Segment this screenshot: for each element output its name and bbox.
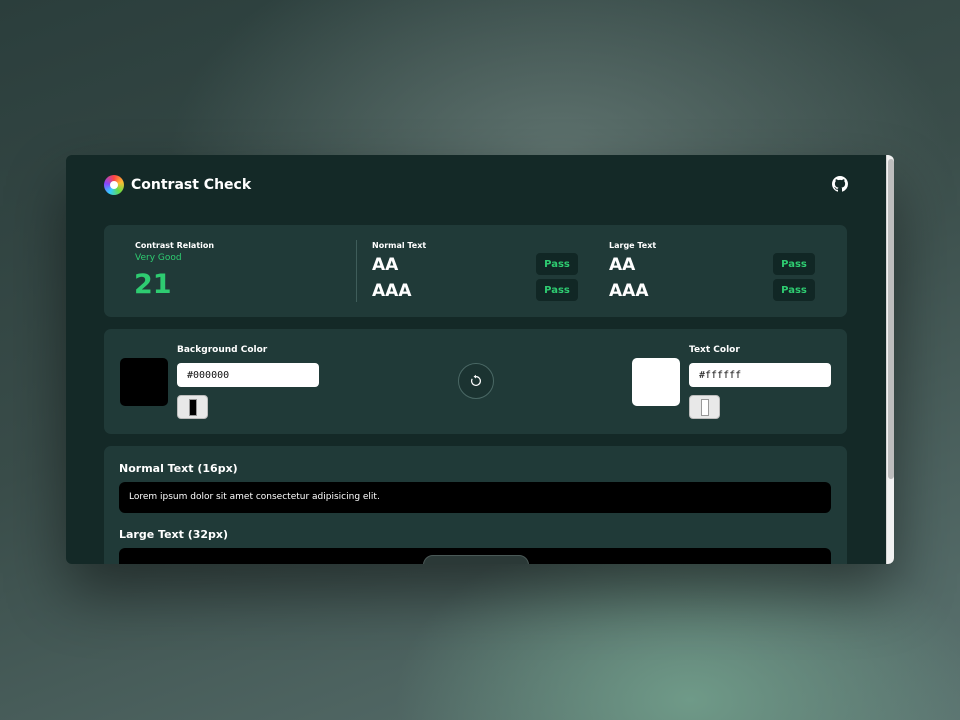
app-window: Contrast Check Contrast Relation Very Go…: [66, 155, 894, 564]
background-picker-chip: [188, 398, 197, 416]
text-color-picker[interactable]: [689, 395, 720, 419]
background-color-picker[interactable]: [177, 395, 208, 419]
background-color-swatch[interactable]: [120, 358, 168, 406]
preview-card: Normal Text (16px) Lorem ipsum dolor sit…: [104, 446, 847, 564]
contrast-relation-label: Contrast Relation: [135, 241, 215, 250]
text-picker-chip: [700, 398, 709, 416]
color-wheel-icon: [104, 175, 124, 195]
text-color-swatch[interactable]: [632, 358, 680, 406]
normal-preview-sample: Lorem ipsum dolor sit amet consectetur a…: [129, 492, 380, 502]
normal-text-label: Normal Text: [372, 241, 427, 250]
normal-aaa-pass-badge: Pass: [536, 279, 578, 301]
normal-preview-title: Normal Text (16px): [119, 462, 238, 475]
floating-toolbar[interactable]: [423, 555, 529, 564]
github-icon[interactable]: [832, 176, 848, 192]
divider: [356, 240, 357, 302]
large-text-label: Large Text: [609, 241, 657, 250]
text-color-label: Text Color: [689, 345, 740, 355]
text-color-input[interactable]: [689, 363, 831, 387]
large-preview-title: Large Text (32px): [119, 528, 229, 541]
background-color-input[interactable]: [177, 363, 319, 387]
app-title: Contrast Check: [131, 177, 252, 193]
normal-text-preview: Lorem ipsum dolor sit amet consectetur a…: [119, 482, 831, 513]
vertical-scrollbar[interactable]: [886, 155, 894, 564]
color-inputs-card: Background Color Text Color: [104, 329, 847, 434]
contrast-ratio-value: 21: [134, 269, 172, 300]
large-aaa-level: AAA: [609, 281, 649, 301]
normal-aa-pass-badge: Pass: [536, 253, 578, 275]
normal-aa-level: AA: [372, 255, 399, 275]
large-aaa-pass-badge: Pass: [773, 279, 815, 301]
swap-colors-button[interactable]: [458, 363, 494, 399]
app-header: Contrast Check: [104, 175, 251, 195]
scrollbar-thumb[interactable]: [888, 159, 894, 479]
background-color-label: Background Color: [177, 345, 268, 355]
large-aa-pass-badge: Pass: [773, 253, 815, 275]
contrast-score-card: Contrast Relation Very Good 21 Normal Te…: [104, 225, 847, 317]
large-aa-level: AA: [609, 255, 636, 275]
rotate-icon: [471, 374, 481, 386]
normal-aaa-level: AAA: [372, 281, 412, 301]
contrast-rating: Very Good: [135, 253, 182, 263]
